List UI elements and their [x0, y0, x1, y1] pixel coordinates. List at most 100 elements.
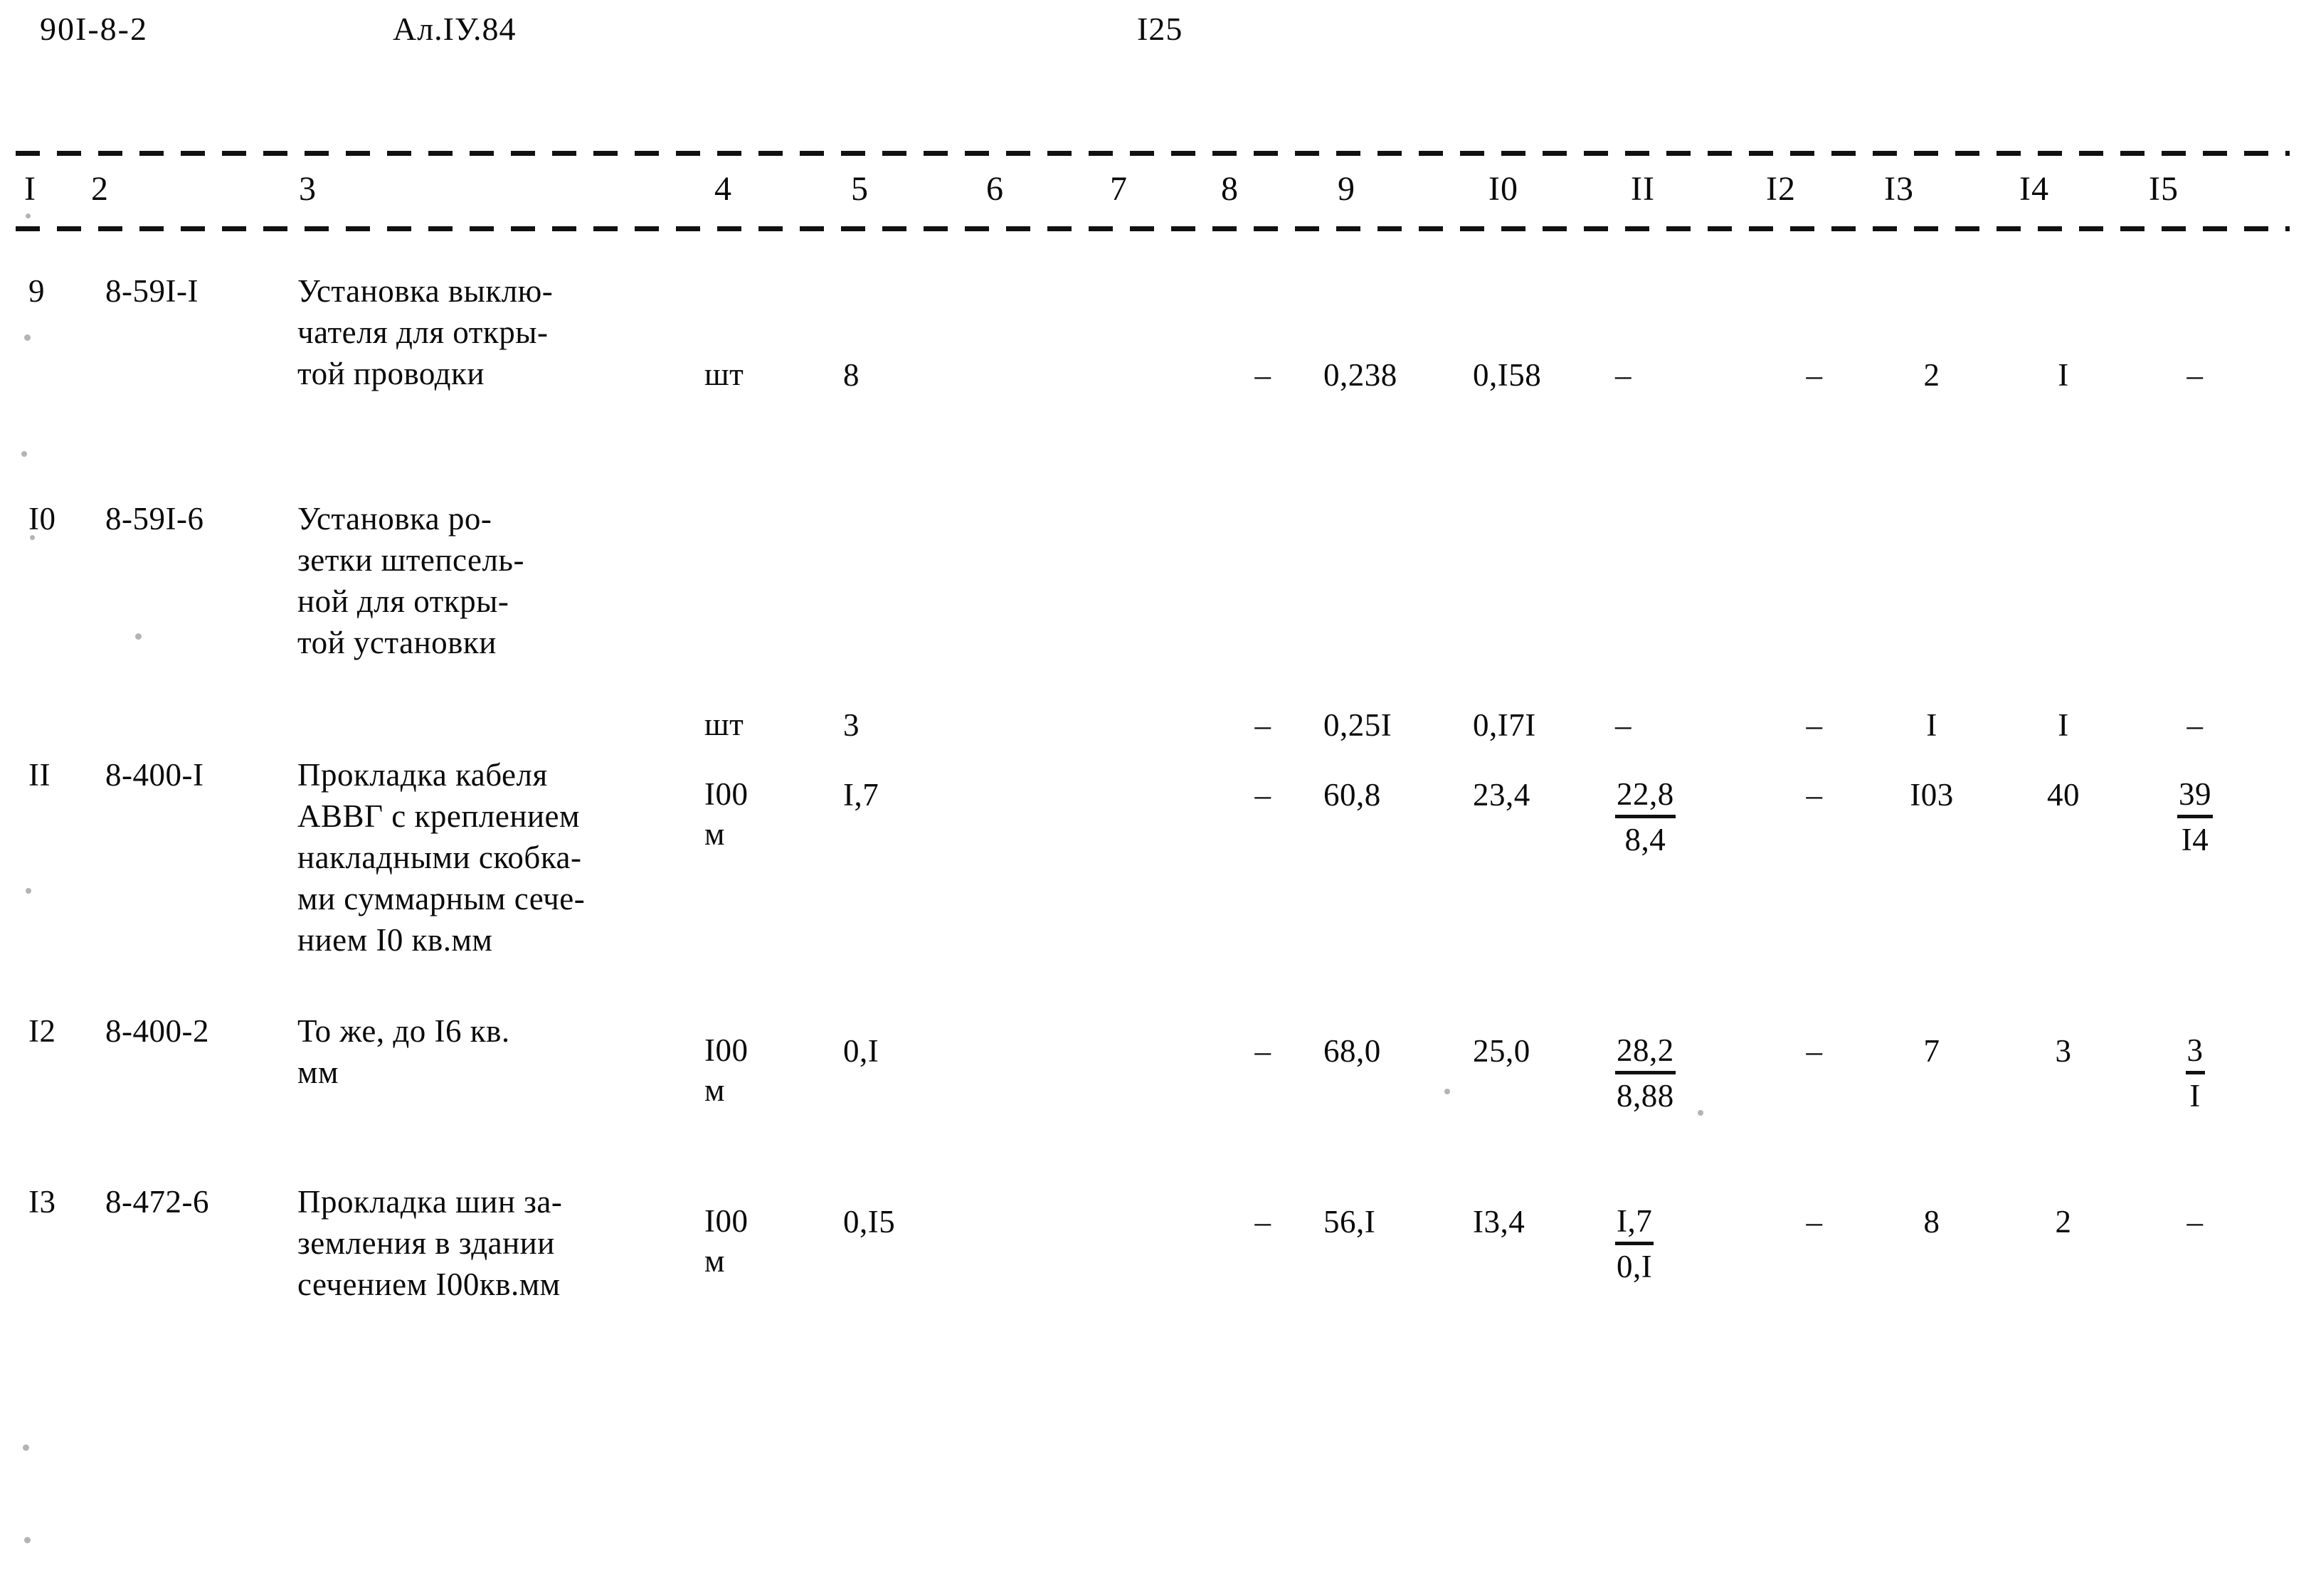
row-col14: I	[2058, 357, 2069, 393]
row-col13: I03	[1910, 777, 1954, 813]
column-header-12: I2	[1766, 170, 1796, 208]
fraction-value: 39 I4	[2177, 774, 2213, 860]
row-col8: –	[1254, 777, 1271, 813]
column-header-8: 8	[1221, 170, 1239, 208]
scan-speck	[24, 334, 31, 341]
column-header-3: 3	[299, 170, 317, 208]
row-quantity: 3	[843, 707, 860, 743]
row-col14: 40	[2047, 777, 2080, 813]
table-top-rule	[16, 151, 2290, 156]
row-col15: 39 I4	[2127, 774, 2263, 860]
scan-speck	[30, 535, 35, 540]
fraction-denominator: I4	[2181, 822, 2209, 857]
fraction-numerator: 22,8	[1615, 774, 1676, 818]
row-col14: 3	[2055, 1033, 2072, 1069]
scan-speck	[26, 888, 31, 894]
column-header-10: I0	[1488, 170, 1518, 208]
row-number: I0	[28, 501, 56, 537]
scan-speck	[135, 633, 142, 640]
column-header-2: 2	[91, 170, 109, 208]
page-number: I25	[1137, 11, 1183, 47]
row-quantity: 0,I	[843, 1033, 879, 1069]
row-col13: 2	[1923, 357, 1940, 393]
page-header: 90I-8-2 Ал.IУ.84 I25	[0, 10, 2311, 67]
row-col9: 68,0	[1323, 1033, 1381, 1069]
table-row: II 8-400-I Прокладка кабеля АВВГ с креплен…	[0, 754, 2311, 968]
scan-speck	[24, 1537, 31, 1543]
row-col12: –	[1806, 707, 1823, 743]
row-col10: 25,0	[1473, 1033, 1530, 1069]
row-unit: шт	[704, 356, 744, 392]
row-col15: –	[2186, 707, 2204, 743]
row-col9: 0,25I	[1323, 707, 1392, 743]
row-col12: –	[1806, 1033, 1823, 1069]
table-row: I3 8-472-6 Прокладка шин за- земления в зд…	[0, 1181, 2311, 1395]
row-col12: –	[1806, 357, 1823, 393]
row-col12: –	[1806, 1204, 1823, 1240]
column-header-14: I4	[2019, 170, 2049, 208]
fraction-value: 28,2 8,88	[1615, 1030, 1676, 1116]
row-col8: –	[1254, 357, 1271, 393]
series-code: 90I-8-2	[40, 11, 148, 47]
column-header-11: II	[1631, 170, 1655, 208]
scan-speck	[21, 451, 27, 457]
fraction-denominator: 0,I	[1617, 1249, 1653, 1284]
column-header-15: I5	[2149, 170, 2179, 208]
row-unit: I00 м	[704, 1032, 749, 1108]
row-col10: 0,I58	[1473, 357, 1542, 393]
column-header-6: 6	[986, 170, 1004, 208]
row-col8: –	[1254, 1033, 1271, 1069]
row-quantity: 8	[843, 357, 860, 393]
row-col12: –	[1806, 777, 1823, 813]
fraction-numerator: I,7	[1615, 1201, 1654, 1245]
row-quantity: I,7	[843, 777, 879, 813]
row-col9: 56,I	[1323, 1204, 1376, 1240]
fraction-value: 3I	[2185, 1030, 2205, 1116]
row-col13: I	[1926, 707, 1937, 743]
scan-speck	[23, 1444, 29, 1451]
row-number: II	[28, 757, 51, 793]
fraction-numerator: 39	[2177, 774, 2213, 818]
row-col10: 23,4	[1473, 777, 1530, 813]
row-description: Установка выклю- чателя для откры- той п…	[297, 273, 554, 391]
row-quantity: 0,I5	[843, 1204, 896, 1240]
row-description: То же, до I6 кв. мм	[297, 1013, 510, 1090]
column-header-1: I	[24, 170, 36, 208]
scan-speck	[1698, 1110, 1703, 1116]
row-col8: –	[1254, 1204, 1271, 1240]
table-header-bottom-rule	[16, 226, 2290, 231]
row-col8: –	[1254, 707, 1271, 743]
fraction-value: I,7 0,I	[1615, 1201, 1654, 1286]
row-description: Прокладка шин за- земления в здании сече…	[297, 1184, 563, 1302]
row-col10: 0,I7I	[1473, 707, 1536, 743]
row-col15: –	[2186, 1204, 2204, 1240]
row-col13: 8	[1923, 1204, 1940, 1240]
column-header-13: I3	[1884, 170, 1914, 208]
row-description: Прокладка кабеля АВВГ с креплением накла…	[297, 757, 586, 958]
row-unit: I00 м	[704, 1203, 749, 1279]
column-header-7: 7	[1110, 170, 1128, 208]
row-col11: 22,8 8,4	[1615, 774, 1765, 860]
table-row: I0 8-59I-6 Установка ро- зетки штепсель- н…	[0, 498, 2311, 743]
row-col11: 28,2 8,88	[1615, 1030, 1765, 1116]
row-col10: I3,4	[1473, 1204, 1525, 1240]
row-number: 9	[28, 273, 45, 309]
row-number: I3	[28, 1184, 56, 1220]
row-col11: –	[1615, 707, 1632, 743]
row-description: Установка ро- зетки штепсель- ной для от…	[297, 501, 524, 660]
row-col13: 7	[1923, 1033, 1940, 1069]
scan-speck	[1444, 1089, 1450, 1094]
row-col14: 2	[2055, 1204, 2072, 1240]
row-number: I2	[28, 1013, 56, 1049]
row-unit: шт	[704, 707, 744, 742]
fraction-numerator: 3	[2185, 1030, 2205, 1074]
fraction-numerator: 28,2	[1615, 1030, 1676, 1074]
fraction-denominator: 8,88	[1617, 1078, 1674, 1114]
row-unit: I00 м	[704, 776, 749, 852]
row-col9: 60,8	[1323, 777, 1381, 813]
row-col11: –	[1615, 357, 1632, 393]
fraction-denominator: 8,4	[1624, 822, 1666, 857]
table-row: 9 8-59I-I Установка выклю- чателя для откр…	[0, 270, 2311, 484]
row-col15: –	[2186, 357, 2204, 393]
album-label: Ал.IУ.84	[393, 11, 517, 47]
